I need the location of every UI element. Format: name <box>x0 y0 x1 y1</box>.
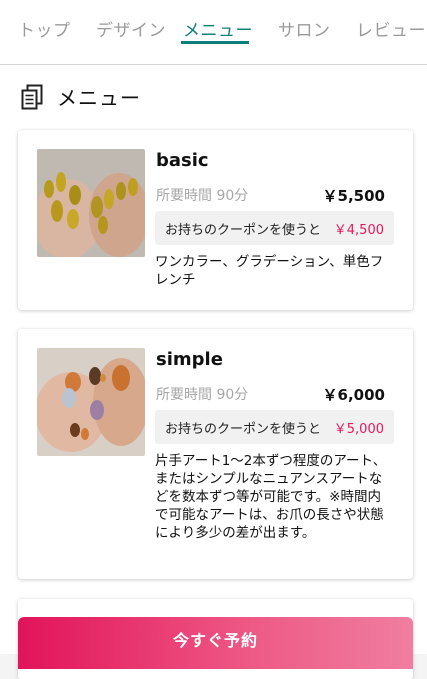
coupon-label: お持ちのクーポンを使うと <box>165 223 322 238</box>
tab-menu[interactable]: メニュー <box>183 16 253 41</box>
menu-card-simple[interactable]: simple 所要時間 90分 ￥6,000 お持ちのクーポンを使うと ￥5,0… <box>18 329 413 579</box>
tab-design[interactable]: デザイン <box>96 16 166 41</box>
tab-review[interactable]: レビュー <box>356 16 426 41</box>
document-copy-icon <box>21 84 43 110</box>
coupon-price: ￥5,000 <box>333 422 384 437</box>
menu-card-basic[interactable]: basic 所要時間 90分 ￥5,500 お持ちのクーポンを使うと ￥4,50… <box>18 130 413 310</box>
active-tab-indicator <box>181 41 249 44</box>
menu-title: basic <box>156 150 209 171</box>
coupon-box: お持ちのクーポンを使うと ￥5,000 <box>155 410 394 444</box>
menu-description: 片手アート1〜2本ずつ程度のアート、またはシンプルなニュアンスアートなどを数本ず… <box>155 453 387 541</box>
duration-text: 所要時間 90分 <box>156 387 249 403</box>
tab-bar: トップ デザイン メニュー サロン レビュー <box>0 0 427 65</box>
tab-salon[interactable]: サロン <box>278 16 331 41</box>
price-text: ￥5,500 <box>322 187 385 205</box>
coupon-price: ￥4,500 <box>333 223 384 238</box>
reserve-now-button[interactable]: 今すぐ予約 <box>18 617 413 669</box>
reserve-button-label: 今すぐ予約 <box>172 631 258 650</box>
menu-description: ワンカラー、グラデーション、単色フレンチ <box>155 254 384 288</box>
menu-title: simple <box>156 349 223 370</box>
orange-nuance-nails-photo <box>37 348 145 456</box>
coupon-box: お持ちのクーポンを使うと ￥4,500 <box>155 211 394 245</box>
section-title: メニュー <box>57 86 141 110</box>
price-text: ￥6,000 <box>322 386 385 404</box>
tab-top[interactable]: トップ <box>18 16 71 41</box>
coupon-label: お持ちのクーポンを使うと <box>165 422 322 437</box>
duration-text: 所要時間 90分 <box>156 188 249 204</box>
gold-glitter-nails-photo <box>37 149 145 257</box>
menu-section: メニュー basic 所要時間 90分 ￥5,500 お持ちのクーポンを使うと … <box>0 65 427 679</box>
